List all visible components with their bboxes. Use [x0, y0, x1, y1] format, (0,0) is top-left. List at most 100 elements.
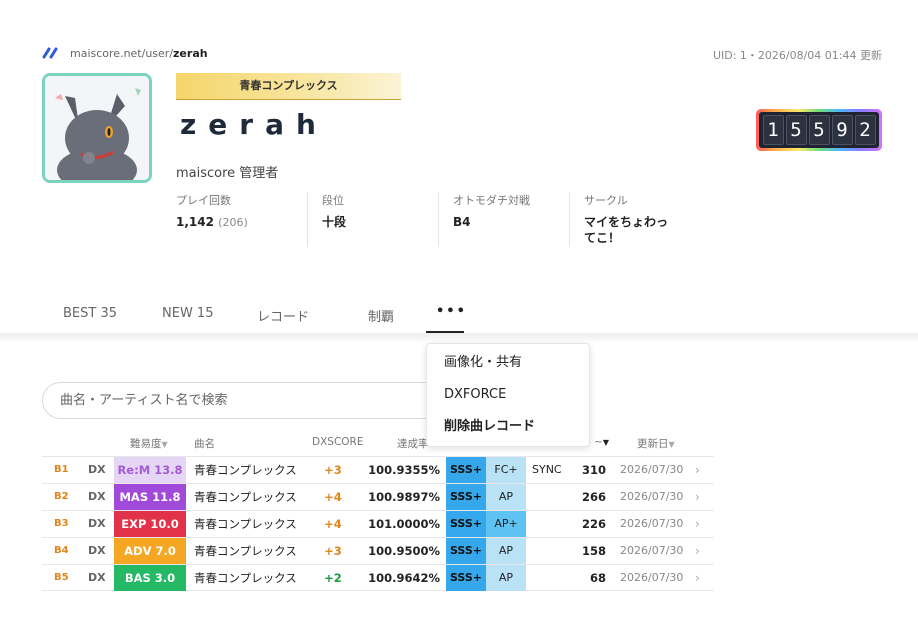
row-song: 青春コンプレックス	[194, 517, 297, 531]
stat-value: 1,142	[176, 215, 214, 229]
table-row[interactable]: B2 DX MAS 11.8 青春コンプレックス +4 100.9897% SSS+ AP 26…	[42, 483, 714, 510]
row-dxscore: +3	[324, 544, 342, 558]
chevron-right-icon[interactable]: ›	[695, 457, 700, 483]
row-difficulty: MAS 11.8	[114, 484, 186, 510]
row-date: 2026/07/30	[620, 571, 684, 584]
tab-new15[interactable]: NEW 15	[162, 306, 213, 321]
row-song: 青春コンプレックス	[194, 571, 297, 585]
row-type: DX	[88, 517, 106, 530]
header-difficulty[interactable]: 難易度▼	[130, 436, 168, 451]
table-row[interactable]: B4 DX ADV 7.0 青春コンプレックス +3 100.9500% SSS+ AP 158…	[42, 537, 714, 564]
header-updated[interactable]: 更新日▼	[637, 436, 675, 451]
row-difficulty: Re:M 13.8	[114, 457, 186, 483]
row-rating: 266	[581, 490, 606, 504]
stat-circle: サークル マイをちょわってこ！	[569, 192, 679, 247]
rating-digit: 2	[854, 115, 876, 145]
header-rating[interactable]: ~▼	[594, 436, 609, 448]
table-row[interactable]: B1 DX Re:M 13.8 青春コンプレックス +3 100.9355% SSS+ FC+…	[42, 456, 714, 483]
header-dxscore[interactable]: DXSCORE	[312, 436, 363, 448]
tab-bar: BEST 35 NEW 15 レコード 制覇 •••	[0, 296, 918, 334]
row-rank-badge: SSS+	[446, 457, 486, 483]
stat-sub: (206)	[218, 216, 248, 229]
table-row[interactable]: B3 DX EXP 10.0 青春コンプレックス +4 101.0000% SSS+ AP+ 2…	[42, 510, 714, 537]
title-plate: 青春コンプレックス	[176, 73, 401, 100]
row-achievement: 100.9642%	[368, 571, 440, 585]
tab-best35[interactable]: BEST 35	[63, 306, 117, 321]
row-dxscore: +4	[324, 490, 342, 504]
records-table: B1 DX Re:M 13.8 青春コンプレックス +3 100.9355% SSS+ FC+…	[42, 456, 714, 591]
menu-item-dxforce[interactable]: DXFORCE	[427, 385, 589, 417]
stat-friend-battle: オトモダチ対戦 B4	[438, 192, 569, 247]
url-host: maiscore.net/user/	[70, 46, 174, 60]
stat-label: 段位	[322, 194, 344, 207]
row-rating: 226	[581, 517, 606, 531]
header-shadow	[0, 333, 918, 343]
table-header: 難易度▼ 曲名 DXSCORE 達成率 ~▼ 更新日▼	[42, 436, 714, 456]
user-role: maiscore 管理者	[176, 166, 279, 181]
menu-item-deleted-records[interactable]: 削除曲レコード	[427, 417, 589, 449]
row-rank: B1	[54, 464, 69, 475]
chevron-right-icon[interactable]: ›	[695, 565, 700, 591]
stat-play-count: プレイ回数 1,142 (206)	[176, 192, 307, 247]
row-date: 2026/07/30	[620, 463, 684, 476]
chevron-right-icon[interactable]: ›	[695, 511, 700, 537]
rating-digit: 1	[762, 115, 784, 145]
user-url[interactable]: maiscore.net/user/zerah	[42, 46, 208, 60]
row-date: 2026/07/30	[620, 544, 684, 557]
row-rating: 68	[589, 571, 606, 585]
row-difficulty: BAS 3.0	[114, 565, 186, 591]
stat-label: サークル	[584, 194, 628, 207]
row-rank: B5	[54, 572, 69, 583]
table-row[interactable]: B5 DX BAS 3.0 青春コンプレックス +2 100.9642% SSS+ AP 68 2…	[42, 564, 714, 591]
header-song[interactable]: 曲名	[194, 436, 215, 451]
tab-more[interactable]: •••	[436, 304, 467, 319]
row-type: DX	[88, 463, 106, 476]
row-song: 青春コンプレックス	[194, 490, 297, 504]
row-difficulty: EXP 10.0	[114, 511, 186, 537]
url-username: zerah	[173, 46, 208, 60]
stat-label: プレイ回数	[176, 194, 231, 207]
row-rank-badge: SSS+	[446, 565, 486, 591]
row-fc-badge: AP	[486, 484, 526, 510]
row-achievement: 101.0000%	[368, 517, 440, 531]
header-label: 更新日	[637, 438, 669, 450]
sort-triangle-icon: ▼	[668, 440, 675, 449]
tab-conquest[interactable]: 制覇	[368, 306, 394, 325]
row-song: 青春コンプレックス	[194, 544, 297, 558]
row-achievement: 100.9500%	[368, 544, 440, 558]
row-date: 2026/07/30	[620, 517, 684, 530]
rating-digit: 9	[831, 115, 853, 145]
row-sync: SYNC	[532, 463, 562, 476]
row-rank: B2	[54, 491, 69, 502]
rating-display: 1 5 5 9 2	[756, 109, 882, 151]
header-label: ~	[594, 436, 603, 448]
search-input[interactable]: 曲名・アーティスト名で検索	[42, 382, 462, 419]
avatar	[42, 73, 152, 183]
username: zerah	[180, 108, 328, 141]
uid-update-time: UID: 1・2026/08/04 01:44 更新	[712, 49, 882, 62]
chevron-right-icon[interactable]: ›	[695, 538, 700, 564]
row-achievement: 100.9355%	[368, 463, 440, 477]
row-fc-badge: FC+	[486, 457, 526, 483]
row-rank: B3	[54, 518, 69, 529]
more-menu-dropdown: 画像化・共有 DXFORCE 削除曲レコード	[426, 343, 590, 447]
menu-item-image-share[interactable]: 画像化・共有	[427, 353, 589, 385]
row-dxscore: +3	[324, 463, 342, 477]
row-fc-badge: AP	[486, 538, 526, 564]
row-song: 青春コンプレックス	[194, 463, 297, 477]
maiscore-logo-icon	[42, 47, 58, 59]
chevron-right-icon[interactable]: ›	[695, 484, 700, 510]
header-achievement[interactable]: 達成率	[397, 436, 429, 451]
profile-header: maiscore.net/user/zerah UID: 1・2026/08/0…	[0, 0, 918, 333]
stat-value[interactable]: マイをちょわってこ！	[584, 214, 679, 246]
sort-triangle-icon: ▼	[602, 438, 609, 447]
row-rank-badge: SSS+	[446, 538, 486, 564]
row-rating: 310	[581, 463, 606, 477]
rating-digits: 1 5 5 9 2	[759, 112, 879, 148]
stat-value: B4	[453, 215, 471, 229]
row-type: DX	[88, 544, 106, 557]
stat-value: 十段	[322, 215, 347, 229]
tab-records[interactable]: レコード	[257, 306, 309, 325]
row-dxscore: +4	[324, 517, 342, 531]
row-achievement: 100.9897%	[368, 490, 440, 504]
